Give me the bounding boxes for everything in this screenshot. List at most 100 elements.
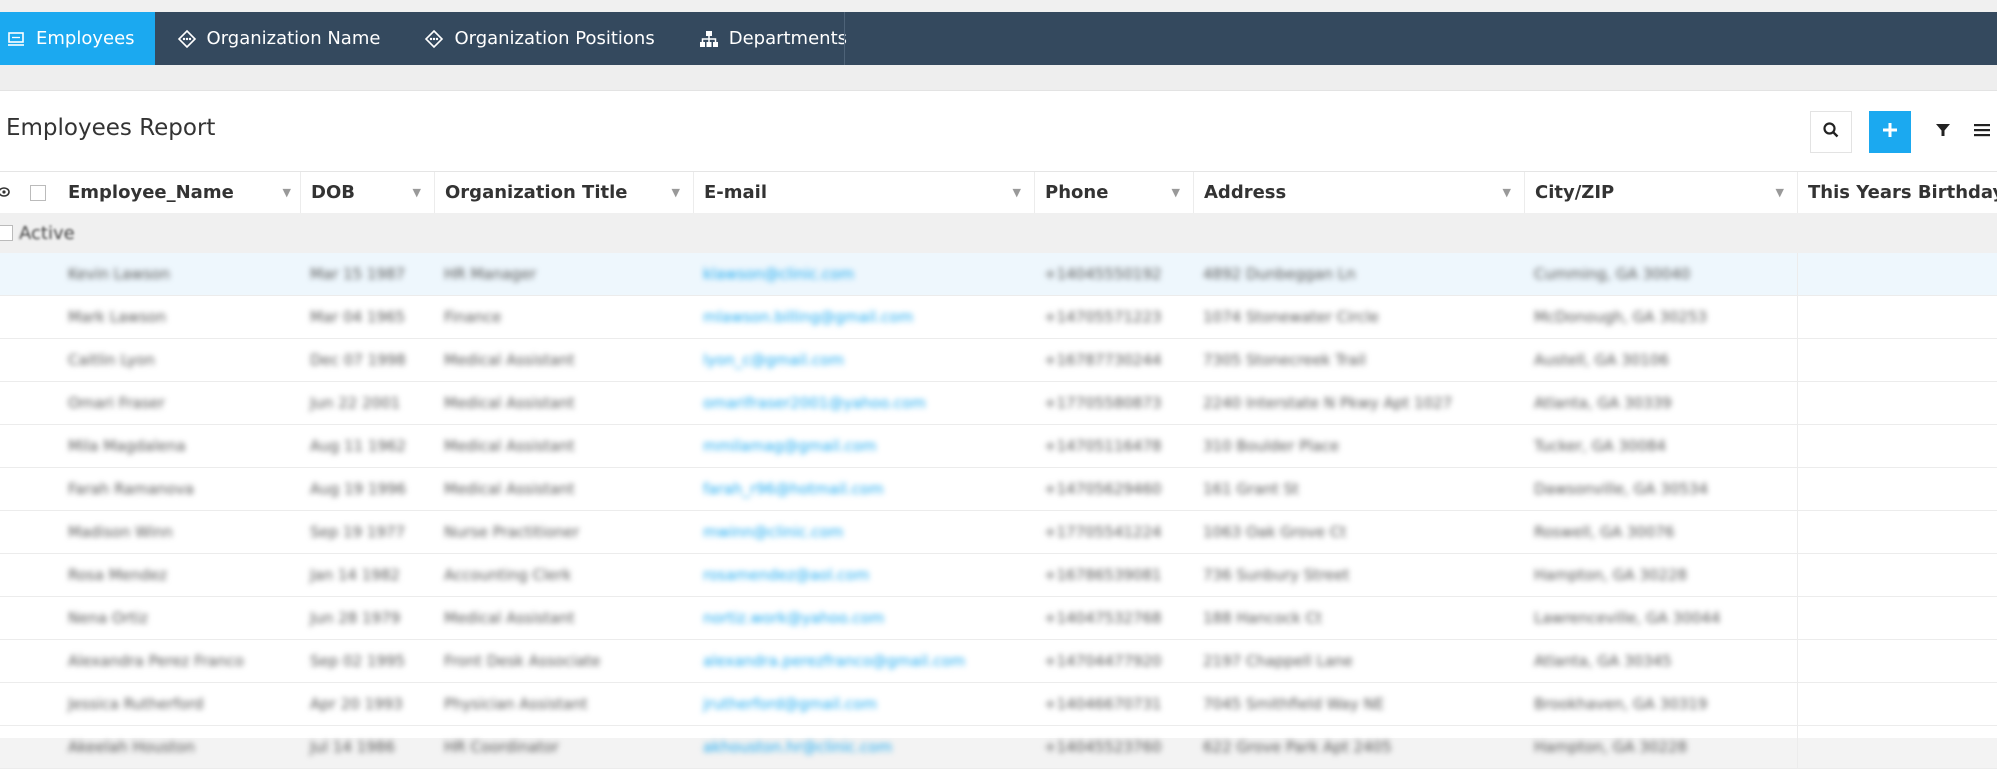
plus-icon — [1882, 122, 1898, 142]
email-cell[interactable]: nortiz.work@yahoo.com — [693, 597, 1034, 639]
dob-cell: Mar 04 1965 — [310, 308, 406, 326]
address-cell: 622 Grove Park Apt 2405 — [1203, 738, 1392, 756]
table-row[interactable]: Alexandra Perez Franco Sep 02 1995 Front D… — [0, 640, 1997, 683]
table-body: Kevin Lawson Mar 15 1987 HR Manager klawson… — [0, 253, 1997, 769]
table-row[interactable]: Rosa Mendez Jan 14 1982 Accounting Clerk ro… — [0, 554, 1997, 597]
column-header-this-years-birthday[interactable]: This Years Birthday — [1797, 172, 1997, 213]
sort-caret-icon: ▼ — [282, 186, 291, 199]
column-chooser[interactable] — [0, 172, 26, 213]
column-label: This Years Birthday — [1808, 182, 1997, 203]
dob-cell: Jun 28 1979 — [310, 609, 401, 627]
spacer — [0, 65, 1997, 91]
employee-name-cell: Kevin Lawson — [68, 265, 170, 283]
table-row[interactable]: Jessica Rutherford Apr 20 1993 Physician A… — [0, 683, 1997, 726]
dob-cell: Sep 02 1995 — [310, 652, 406, 670]
table-row[interactable]: Mila Magdalena Aug 11 1962 Medical Assista… — [0, 425, 1997, 468]
employee-name-cell: Farah Ramanova — [68, 480, 194, 498]
table-row[interactable]: Mark Lawson Mar 04 1965 Finance mlawson.bil… — [0, 296, 1997, 339]
email-cell[interactable]: klawson@clinic.com — [693, 253, 1034, 295]
table-row[interactable]: Kevin Lawson Mar 15 1987 HR Manager klawson… — [0, 253, 1997, 296]
column-header-phone[interactable]: Phone ▼ — [1034, 172, 1192, 213]
birthday-cell — [1797, 425, 1997, 467]
phone-cell: +14047532768 — [1044, 609, 1162, 627]
eye-icon — [0, 182, 14, 203]
tab-label: Departments — [728, 28, 848, 49]
email-cell[interactable]: rosamendez@aol.com — [693, 554, 1034, 596]
sort-caret-icon: ▼ — [412, 186, 421, 199]
email-cell[interactable]: jrutherford@gmail.com — [693, 683, 1034, 725]
tab-label: Organization Positions — [454, 28, 655, 49]
column-header-employee-name[interactable]: Employee_Name ▼ — [58, 172, 303, 213]
city-zip-cell: Atlanta, GA 30339 — [1534, 394, 1672, 412]
phone-cell: +14046670731 — [1044, 695, 1162, 713]
city-zip-cell: Dawsonville, GA 30534 — [1534, 480, 1709, 498]
email-cell[interactable]: omarifraser2001@yahoo.com — [693, 382, 1034, 424]
table-row[interactable]: Akeelah Houston Jul 14 1986 HR Coordinator… — [0, 726, 1997, 769]
filter-icon — [1935, 122, 1951, 142]
address-cell: 7305 Stonecreek Trail — [1203, 351, 1366, 369]
city-zip-cell: Austell, GA 30106 — [1534, 351, 1669, 369]
city-zip-cell: Roswell, GA 30076 — [1534, 523, 1675, 541]
phone-cell: +14045550192 — [1044, 265, 1162, 283]
column-header-organization-title[interactable]: Organization Title ▼ — [434, 172, 692, 213]
email-cell[interactable]: mmilamag@gmail.com — [693, 425, 1034, 467]
column-label: Employee_Name — [68, 182, 234, 203]
employee-name-cell: Caitlin Lyon — [68, 351, 155, 369]
tab-organization-name[interactable]: Organization Name — [155, 12, 403, 65]
table-row[interactable]: Farah Ramanova Aug 19 1996 Medical Assista… — [0, 468, 1997, 511]
checkbox[interactable] — [30, 184, 46, 201]
column-divider — [1797, 640, 1798, 682]
tab-departments[interactable]: Departments — [677, 12, 869, 65]
phone-cell: +14705629460 — [1044, 480, 1162, 498]
column-divider — [1797, 253, 1798, 295]
add-button[interactable] — [1869, 111, 1911, 153]
email-cell[interactable]: farah_r96@hotmail.com — [693, 468, 1034, 510]
birthday-cell — [1797, 511, 1997, 553]
city-zip-cell: Cumming, GA 30040 — [1534, 265, 1691, 283]
organization-title-cell: Medical Assistant — [444, 394, 575, 412]
dob-cell: Sep 19 1977 — [310, 523, 406, 541]
phone-cell: +14045523760 — [1044, 738, 1162, 756]
address-cell: 736 Sunbury Street — [1203, 566, 1350, 584]
table-row[interactable]: Omari Fraser Jun 22 2001 Medical Assistant… — [0, 382, 1997, 425]
organization-title-cell: Front Desk Associate — [444, 652, 601, 670]
column-divider — [1797, 511, 1798, 553]
table-row[interactable]: Caitlin Lyon Dec 07 1998 Medical Assistant… — [0, 339, 1997, 382]
email-cell[interactable]: alexandra.perezfranco@gmail.com — [693, 640, 1034, 682]
birthday-cell — [1797, 640, 1997, 682]
table-row[interactable]: Madison Winn Sep 19 1977 Nurse Practitione… — [0, 511, 1997, 554]
organization-title-cell: Accounting Clerk — [444, 566, 572, 584]
tab-employees[interactable]: Employees — [0, 12, 155, 65]
search-button[interactable] — [1810, 111, 1852, 153]
column-divider — [1797, 597, 1798, 639]
menu-button[interactable] — [1966, 111, 1997, 153]
column-label: Address — [1204, 182, 1287, 203]
table-row[interactable]: Nena Ortiz Jun 28 1979 Medical Assistant no… — [0, 597, 1997, 640]
employee-name-cell: Alexandra Perez Franco — [68, 652, 244, 670]
dob-cell: Dec 07 1998 — [310, 351, 406, 369]
column-header-email[interactable]: E-mail ▼ — [693, 172, 1033, 213]
column-divider — [1797, 425, 1798, 467]
org-icon — [177, 29, 197, 49]
city-zip-cell: McDonough, GA 30253 — [1534, 308, 1708, 326]
email-cell[interactable]: akhouston.hr@clinic.com — [693, 726, 1034, 768]
top-nav: Employees Organization Name Organization… — [0, 12, 1997, 65]
phone-cell: +16786539081 — [1044, 566, 1162, 584]
dob-cell: Mar 15 1987 — [310, 265, 406, 283]
address-cell: 2240 Interstate N Pkwy Apt 1027 — [1203, 394, 1453, 412]
email-cell[interactable]: lyon_c@gmail.com — [693, 339, 1034, 381]
column-divider — [1797, 683, 1798, 725]
group-row-active[interactable]: Active — [0, 213, 1997, 253]
tab-organization-positions[interactable]: Organization Positions — [402, 12, 676, 65]
sort-caret-icon: ▼ — [1502, 186, 1511, 199]
phone-cell: +17705541224 — [1044, 523, 1162, 541]
filter-button[interactable] — [1922, 111, 1964, 153]
select-all-checkbox[interactable] — [26, 172, 58, 213]
email-cell[interactable]: mwinn@clinic.com — [693, 511, 1034, 553]
search-icon — [1822, 121, 1840, 143]
email-cell[interactable]: mlawson.billing@gmail.com — [693, 296, 1034, 338]
column-header-city-zip[interactable]: City/ZIP ▼ — [1524, 172, 1796, 213]
column-header-address[interactable]: Address ▼ — [1193, 172, 1523, 213]
column-header-dob[interactable]: DOB ▼ — [300, 172, 433, 213]
group-checkbox[interactable] — [0, 225, 13, 241]
